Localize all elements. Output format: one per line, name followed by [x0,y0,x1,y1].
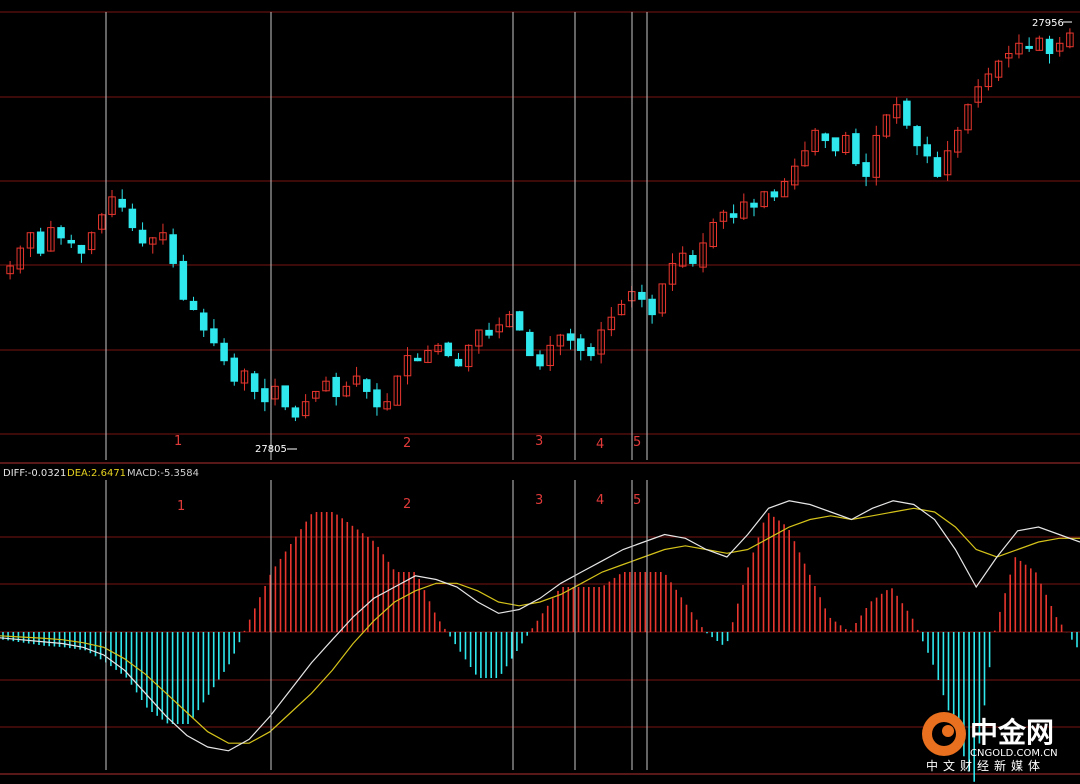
candle-body [332,376,340,398]
candle-body [169,234,177,264]
candle-body [750,202,758,208]
candle-body [821,133,830,142]
candle-body [250,373,259,392]
candle-body [933,157,942,177]
candle-body [566,333,575,341]
candle-body [189,300,198,311]
logo-swirl-inner-icon [942,725,954,737]
candle-body [454,358,463,367]
candle-body [67,239,75,244]
candle-body [199,312,208,331]
marker-label-3: 3 [535,434,543,449]
candle-body [862,162,870,177]
candle-body [363,379,371,392]
candle-body [179,260,188,300]
logo-domain: CNGOLD.COM.CN [970,748,1058,759]
candle-body [220,342,228,362]
candle-body [118,198,126,208]
candle-body [903,100,911,126]
low-price-label: 27805 [255,444,287,455]
candle-body [138,229,147,244]
candle-body [1045,38,1054,55]
candle-body [128,208,137,229]
candle-body [831,137,840,152]
legend-diff: DIFF:-0.0321 [3,468,66,479]
candle-body [281,385,289,408]
logo-name-cn: 中金网 [970,716,1054,749]
candle-body [1025,45,1033,49]
macd-marker-label-2: 2 [403,497,411,512]
macd-marker-label-5: 5 [633,493,641,508]
candle-body [515,311,524,331]
legend-macd: MACD:-5.3584 [127,468,199,479]
marker-label-4: 4 [596,437,604,452]
candle-body [638,291,646,300]
logo-subtitle: 中文财经新媒体 [926,758,1045,773]
candle-body [536,354,544,367]
marker-label-2: 2 [403,436,411,451]
marker-label-1: 1 [174,434,182,449]
candle-body [291,407,300,418]
candle-body [729,213,738,218]
candle-body [210,328,218,344]
candle-body [444,342,453,357]
macd-marker-label-1: 1 [177,499,185,514]
macd-marker-label-4: 4 [596,493,604,508]
candle-body [689,255,697,264]
macd-marker-label-3: 3 [535,493,543,508]
cngold-logo: 中金网 CNGOLD.COM.CN 中文财经新媒体 [922,712,1058,773]
candle-body [57,227,65,239]
candle-body [413,357,422,362]
candle-body [852,133,860,165]
candle-body [648,298,656,316]
candle-body [230,357,239,382]
candle-body [36,231,45,254]
candle-body [526,331,534,357]
candle-body [261,388,269,403]
marker-label-5: 5 [633,435,641,450]
candle-body [587,347,595,357]
candle-body [485,329,493,336]
candle-body [770,191,779,198]
high-price-label: 27956 [1032,18,1064,29]
candle-body [913,126,921,147]
legend-dea: DEA:2.6471 [67,468,126,479]
candle-body [577,338,585,351]
chart-root: 1 2 3 4 5 1 2 3 4 5 27956 27805 DIFF:-0.… [0,0,1080,784]
candle-body [923,144,931,157]
candle-body [77,244,86,254]
candle-body [373,389,381,408]
